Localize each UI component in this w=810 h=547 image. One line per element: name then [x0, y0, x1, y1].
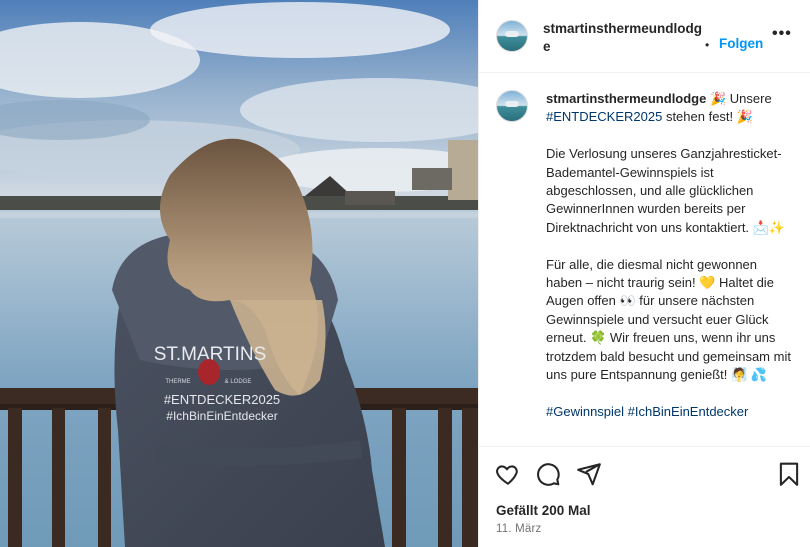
likes-count[interactable]: Gefällt 200 Mal — [496, 503, 591, 518]
caption-paragraph-2: Die Verlosung unseres Ganzjahresticket-B… — [546, 146, 786, 235]
post-photo[interactable]: ST.MARTINS THERME & LODGE #ENTDECKER2025… — [0, 0, 478, 547]
avatar[interactable] — [496, 20, 528, 52]
robe-logo — [198, 359, 220, 385]
bookmark-icon[interactable] — [776, 461, 802, 487]
post-date[interactable]: 11. März — [496, 523, 541, 535]
robe-hashtag-2: #IchBinEinEntdecker — [166, 409, 277, 423]
robe-sub-right: & LODGE — [225, 379, 252, 385]
photo-scene: ST.MARTINS THERME & LODGE #ENTDECKER2025… — [0, 0, 478, 547]
follow-button[interactable]: Folgen — [719, 36, 763, 51]
caption-avatar[interactable] — [496, 90, 528, 122]
speech-bubble-icon[interactable] — [535, 461, 561, 487]
more-options-icon[interactable]: ••• — [772, 25, 792, 43]
post-side-panel: stmartinsthermeundlodge • Folgen ••• stm… — [478, 0, 810, 547]
post-actions: Gefällt 200 Mal 11. März — [479, 446, 810, 547]
robe-hashtag-1: #ENTDECKER2025 — [164, 392, 280, 407]
header-username[interactable]: stmartinsthermeundlodge — [543, 20, 703, 56]
paper-plane-icon[interactable] — [576, 461, 602, 487]
caption-line1-b: stehen fest! 🎉 — [662, 109, 753, 125]
robe-sub-left: THERME — [165, 379, 190, 385]
caption-hashtags[interactable]: #Gewinnspiel #IchBinEinEntdecker — [546, 404, 748, 419]
caption-area: stmartinsthermeundlodge 🎉 Unsere #ENTDEC… — [479, 74, 810, 446]
caption-line1-a: 🎉 Unsere — [706, 91, 772, 106]
caption-paragraph-3: Für alle, die diesmal nicht gewonnen hab… — [546, 256, 791, 383]
post-header: stmartinsthermeundlodge • Folgen ••• — [479, 0, 810, 73]
caption-text: stmartinsthermeundlodge 🎉 Unsere #ENTDEC… — [546, 90, 796, 421]
separator-dot: • — [705, 38, 710, 52]
heart-icon[interactable] — [495, 461, 521, 487]
caption-username[interactable]: stmartinsthermeundlodge — [546, 91, 706, 106]
hashtag-entdecker2025[interactable]: #ENTDECKER2025 — [546, 109, 662, 124]
